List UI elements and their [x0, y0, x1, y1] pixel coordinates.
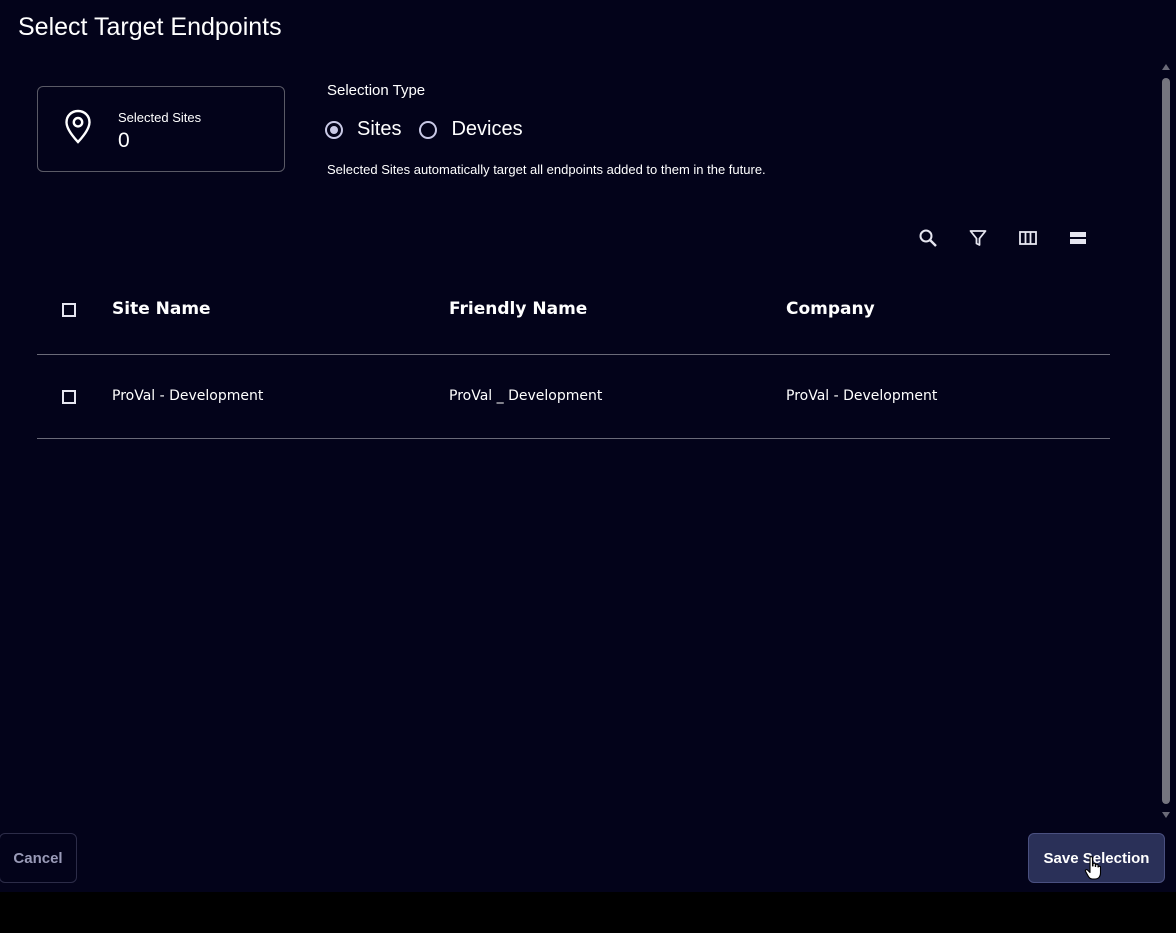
table-toolbar [914, 224, 1114, 252]
selection-type-radio-group: Sites Devices [325, 118, 541, 141]
scroll-down-arrow-icon[interactable] [1162, 812, 1170, 818]
column-header-friendly-name[interactable]: Friendly Name [449, 299, 587, 319]
friendly-name-cell: ProVal _ Development [449, 388, 603, 404]
sites-table: Site Name Friendly Name Company ProVal -… [37, 266, 1110, 439]
map-pin-icon [65, 109, 91, 144]
columns-button[interactable] [1014, 224, 1042, 252]
cancel-button[interactable]: Cancel [0, 833, 77, 883]
scroll-up-arrow-icon[interactable] [1162, 64, 1170, 70]
filter-icon [969, 230, 987, 246]
selection-type-label: Selection Type [327, 82, 426, 99]
table-row[interactable]: ProVal - Development ProVal _ Developmen… [37, 355, 1110, 439]
radio-devices[interactable] [419, 120, 438, 139]
selected-sites-count: 0 [118, 129, 130, 152]
density-icon [1070, 232, 1086, 244]
radio-option-sites[interactable]: Sites [325, 118, 401, 141]
filter-button[interactable] [964, 224, 992, 252]
vertical-scrollbar[interactable] [1159, 60, 1173, 822]
column-header-company[interactable]: Company [786, 299, 875, 319]
dialog-title: Select Target Endpoints [18, 13, 282, 41]
radio-option-devices[interactable]: Devices [419, 118, 523, 141]
columns-icon [1019, 231, 1037, 245]
search-button[interactable] [914, 224, 942, 252]
save-selection-button[interactable]: Save Selection [1028, 833, 1165, 883]
table-header-row: Site Name Friendly Name Company [37, 266, 1110, 355]
column-header-site-name[interactable]: Site Name [112, 299, 211, 319]
selected-sites-card: Selected Sites 0 [37, 86, 285, 172]
radio-sites[interactable] [325, 120, 343, 139]
radio-sites-label: Sites [357, 118, 402, 140]
selection-type-helper: Selected Sites automatically target all … [327, 162, 766, 177]
select-all-checkbox[interactable] [62, 303, 76, 317]
scrollbar-thumb[interactable] [1162, 78, 1170, 804]
site-name-cell: ProVal - Development [112, 388, 264, 404]
density-button[interactable] [1064, 224, 1092, 252]
select-target-endpoints-dialog: Select Target Endpoints Selected Sites 0… [0, 0, 1176, 892]
search-icon [919, 229, 937, 247]
row-checkbox[interactable] [62, 390, 76, 404]
radio-devices-label: Devices [451, 118, 523, 140]
selected-sites-label: Selected Sites [118, 110, 202, 125]
company-cell: ProVal - Development [786, 388, 938, 404]
